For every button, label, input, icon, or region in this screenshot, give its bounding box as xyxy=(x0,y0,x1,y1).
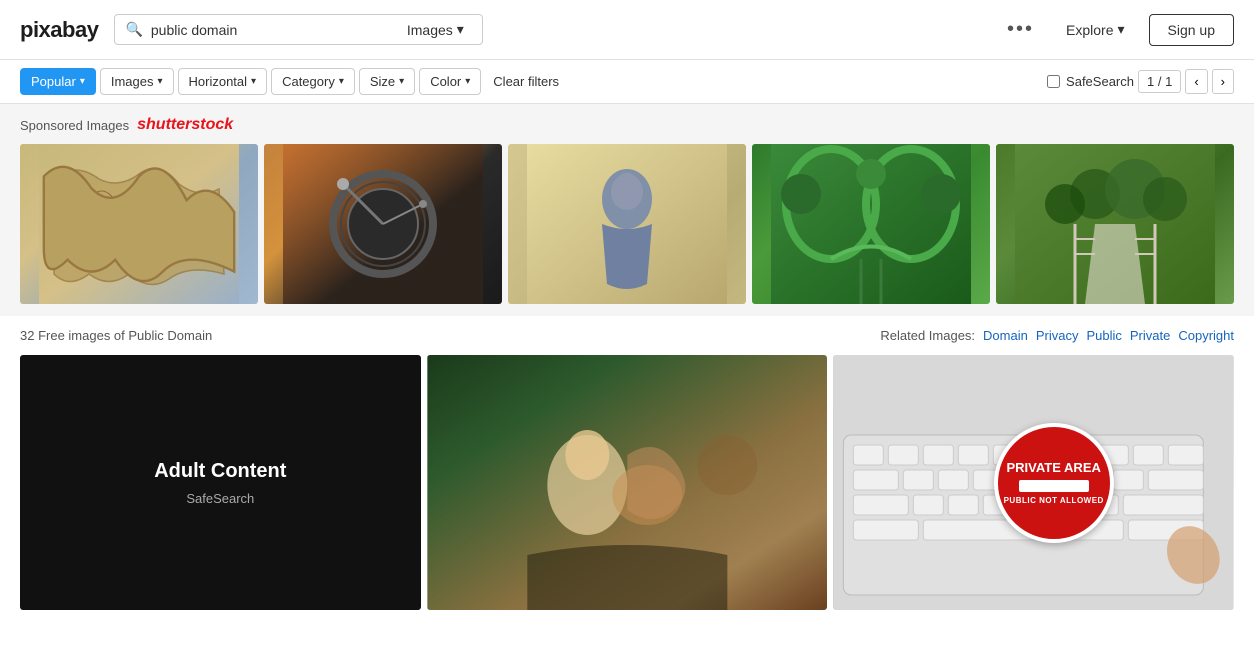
horizontal-chevron-icon: ▾ xyxy=(251,76,256,87)
painting-svg xyxy=(427,355,828,610)
private-area-subtitle: PUBLIC NOT ALLOWED xyxy=(1004,496,1104,505)
popular-filter-button[interactable]: Popular ▾ xyxy=(20,68,96,95)
category-chevron-icon: ▾ xyxy=(339,76,344,87)
safesearch-area: SafeSearch xyxy=(1047,74,1134,89)
private-area-bar xyxy=(1019,480,1089,492)
page-prev-button[interactable]: ‹ xyxy=(1185,69,1207,94)
keyboard-image: PRIVATE AREA PUBLIC NOT ALLOWED xyxy=(833,355,1234,610)
images-chevron-icon: ▾ xyxy=(157,76,162,87)
results-header: 32 Free images of Public Domain Related … xyxy=(20,328,1234,343)
private-area-badge: PRIVATE AREA PUBLIC NOT ALLOWED xyxy=(994,423,1114,543)
safesearch-label[interactable]: SafeSearch xyxy=(1066,74,1134,89)
related-copyright-link[interactable]: Copyright xyxy=(1178,328,1234,343)
adult-content-subtitle: SafeSearch xyxy=(186,491,254,506)
sponsored-images: EUROPA xyxy=(20,144,1234,304)
clear-filters-button[interactable]: Clear filters xyxy=(485,69,567,94)
sponsored-header: Sponsored Images shutterstock xyxy=(20,116,1234,134)
logo[interactable]: pixabay xyxy=(20,17,98,43)
painting-image xyxy=(427,355,828,610)
grid-image-adult[interactable]: Adult Content SafeSearch xyxy=(20,355,421,610)
search-type-button[interactable]: Images xyxy=(399,21,472,38)
statue-svg xyxy=(508,144,746,304)
related-private-link[interactable]: Private xyxy=(1130,328,1170,343)
more-options-button[interactable]: ••• xyxy=(999,18,1042,41)
page-next-button[interactable]: › xyxy=(1212,69,1234,94)
color-chevron-icon: ▾ xyxy=(465,76,470,87)
sponsored-section: Sponsored Images shutterstock EUROPA xyxy=(0,104,1254,316)
pagination-area: 1 / 1 ‹ › xyxy=(1138,69,1234,94)
path-svg xyxy=(996,144,1234,304)
adult-content-overlay: Adult Content SafeSearch xyxy=(20,355,421,610)
related-domain-link[interactable]: Domain xyxy=(983,328,1028,343)
svg-text:EUROPA: EUROPA xyxy=(69,227,100,236)
image-grid: Adult Content SafeSearch xyxy=(20,355,1234,610)
adult-content-title: Adult Content xyxy=(154,460,286,483)
safesearch-checkbox[interactable] xyxy=(1047,75,1060,88)
search-input[interactable] xyxy=(151,22,391,38)
filter-bar: Popular ▾ Images ▾ Horizontal ▾ Category… xyxy=(0,60,1254,104)
results-section: 32 Free images of Public Domain Related … xyxy=(0,316,1254,610)
related-images: Related Images: Domain Privacy Public Pr… xyxy=(880,328,1234,343)
search-bar: 🔍 Images xyxy=(114,14,482,45)
garden-svg xyxy=(752,144,990,304)
search-icon: 🔍 xyxy=(125,21,142,38)
search-type-label: Images xyxy=(407,22,453,38)
search-type-chevron-icon xyxy=(457,21,464,38)
gate-svg xyxy=(264,144,502,304)
size-filter-button[interactable]: Size ▾ xyxy=(359,68,415,95)
map-svg: EUROPA xyxy=(20,144,258,304)
sponsored-image-1[interactable]: EUROPA xyxy=(20,144,258,304)
sponsored-label: Sponsored Images xyxy=(20,118,129,133)
grid-image-private[interactable]: PRIVATE AREA PUBLIC NOT ALLOWED xyxy=(833,355,1234,610)
related-privacy-link[interactable]: Privacy xyxy=(1036,328,1079,343)
explore-button[interactable]: Explore xyxy=(1058,21,1133,38)
sponsored-image-4[interactable] xyxy=(752,144,990,304)
sponsored-image-2[interactable] xyxy=(264,144,502,304)
color-filter-button[interactable]: Color ▾ xyxy=(419,68,481,95)
signup-button[interactable]: Sign up xyxy=(1149,14,1234,46)
images-filter-button[interactable]: Images ▾ xyxy=(100,68,174,95)
results-count: 32 Free images of Public Domain xyxy=(20,328,212,343)
related-label: Related Images: xyxy=(880,328,975,343)
shutterstock-logo: shutterstock xyxy=(137,116,233,134)
related-public-link[interactable]: Public xyxy=(1086,328,1121,343)
explore-chevron-icon xyxy=(1117,21,1124,38)
size-chevron-icon: ▾ xyxy=(399,76,404,87)
sponsored-image-3[interactable] xyxy=(508,144,746,304)
sponsored-image-5[interactable] xyxy=(996,144,1234,304)
header: pixabay 🔍 Images ••• Explore Sign up xyxy=(0,0,1254,60)
page-indicator: 1 / 1 xyxy=(1138,70,1181,93)
popular-chevron-icon: ▾ xyxy=(80,76,85,87)
grid-image-painting[interactable] xyxy=(427,355,828,610)
category-filter-button[interactable]: Category ▾ xyxy=(271,68,355,95)
private-area-title: PRIVATE AREA xyxy=(1007,460,1101,476)
horizontal-filter-button[interactable]: Horizontal ▾ xyxy=(178,68,268,95)
